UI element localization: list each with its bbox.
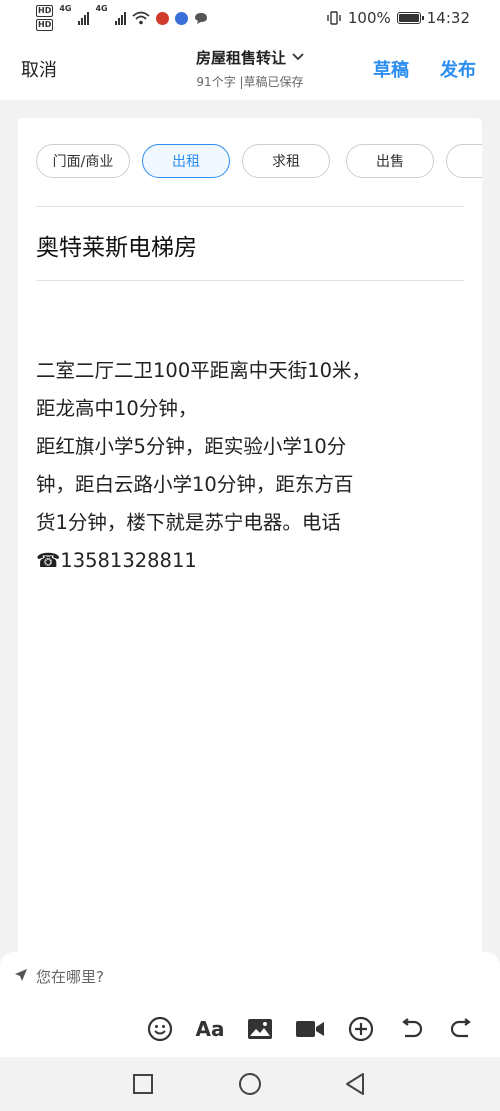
editor-toolbar: Aa: [0, 1002, 500, 1057]
category-chip-want-rent[interactable]: 求租: [242, 144, 330, 178]
chevron-down-icon: [292, 53, 304, 61]
wifi-icon: [132, 11, 150, 25]
system-nav-bar: [0, 1057, 500, 1111]
recent-apps-icon[interactable]: [130, 1071, 156, 1097]
publish-button[interactable]: 发布: [440, 56, 476, 82]
hd-label-top: HD: [36, 5, 54, 17]
network-type-2: 4G: [95, 4, 108, 13]
font-icon: Aa: [195, 1017, 225, 1041]
category-chip-rent[interactable]: 出租: [142, 144, 230, 178]
add-button[interactable]: [346, 1014, 376, 1044]
cancel-button[interactable]: 取消: [21, 56, 57, 82]
emoji-icon: [147, 1016, 173, 1042]
draft-button[interactable]: 草稿: [373, 56, 409, 82]
battery-icon: [396, 12, 424, 24]
clock: 14:32: [426, 9, 470, 27]
title-selector[interactable]: 房屋租售转让 91个字 |草稿已保存: [150, 47, 350, 90]
image-icon: [248, 1019, 272, 1039]
redo-icon: [450, 1018, 471, 1038]
location-bar[interactable]: 您在哪里?: [0, 952, 500, 1002]
status-bar-right: 100% 14:32: [326, 4, 470, 32]
emoji-button[interactable]: [145, 1014, 175, 1044]
header: 取消 房屋租售转让 91个字 |草稿已保存 草稿 发布: [0, 36, 500, 100]
undo-icon: [402, 1018, 423, 1038]
category-chip-shopfront[interactable]: 门面/商业: [36, 144, 130, 178]
font-button[interactable]: Aa: [194, 1014, 226, 1044]
hd-label-bottom: HD: [36, 19, 54, 31]
page-title-text: 房屋租售转让: [195, 49, 286, 67]
divider: [36, 206, 464, 207]
add-icon: [348, 1016, 374, 1042]
video-button[interactable]: [295, 1014, 325, 1044]
status-bar-left: HD HD 4G 4G: [36, 4, 208, 32]
video-icon: [296, 1021, 324, 1037]
location-placeholder: 您在哪里?: [36, 968, 104, 986]
signal-icon-2: [114, 11, 126, 25]
status-bar: HD HD 4G 4G 100% 14:32: [0, 0, 500, 36]
home-icon[interactable]: [237, 1071, 263, 1097]
network-type-1: 4G: [59, 4, 72, 13]
post-body-input[interactable]: 二室二厅二卫100平距离中天街10米， 距龙高中10分钟， 距红旗小学5分钟，距…: [36, 352, 466, 580]
app-notification-icon-blue: [174, 11, 188, 25]
undo-button[interactable]: [396, 1014, 426, 1044]
image-button[interactable]: [245, 1014, 275, 1044]
post-title-input[interactable]: 奥特莱斯电梯房: [36, 228, 197, 262]
message-icon: [194, 12, 207, 24]
battery-percent: 100%: [347, 9, 391, 27]
category-chip-sale[interactable]: 出售: [346, 144, 434, 178]
category-tabs: 门面/商业 出租 求租 出售 求: [36, 144, 482, 182]
post-editor-card: 门面/商业 出租 求租 出售 求 奥特莱斯电梯房 二室二厅二卫100平距离中天街…: [18, 118, 482, 978]
category-chip-want-buy[interactable]: 求: [446, 144, 482, 178]
location-arrow-icon: [15, 969, 27, 981]
back-icon[interactable]: [342, 1071, 368, 1097]
divider: [36, 280, 464, 281]
signal-icon: [78, 11, 90, 25]
vibrate-icon: [327, 11, 341, 25]
redo-button[interactable]: [447, 1014, 477, 1044]
app-notification-icon-red: [155, 11, 169, 25]
page-title[interactable]: 房屋租售转让: [150, 47, 350, 68]
hd-indicator: HD HD: [36, 4, 54, 32]
draft-status: 91个字 |草稿已保存: [196, 75, 304, 89]
